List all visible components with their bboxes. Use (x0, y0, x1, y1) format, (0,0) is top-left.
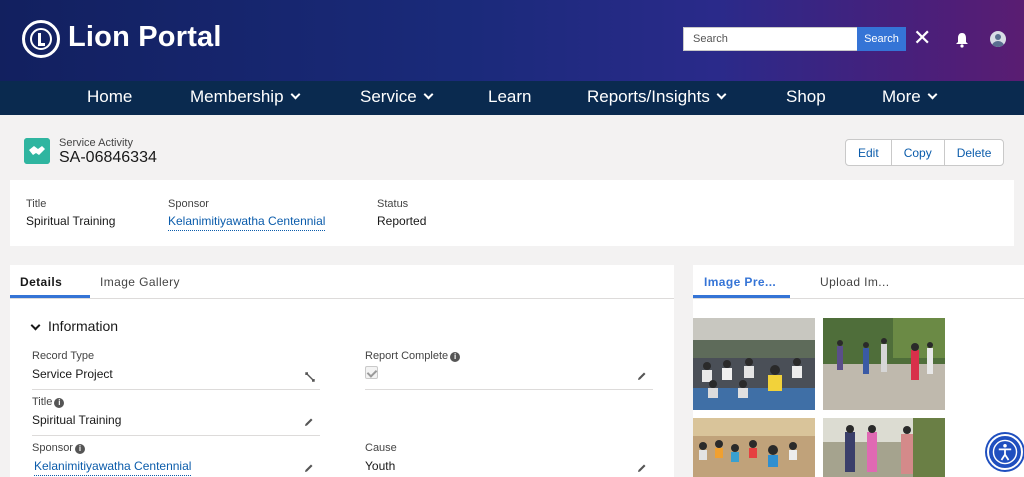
record-actions: Edit Copy Delete (845, 139, 1005, 166)
nav-item-more[interactable]: More (882, 87, 938, 107)
highlight-title-label: Title (26, 198, 47, 210)
report-complete-label: Report Complete i (365, 350, 461, 362)
highlights-panel: Title Spiritual Training Sponsor Kelanim… (10, 180, 1014, 246)
portal-brand[interactable]: Lion Portal (68, 21, 222, 54)
accessibility-icon[interactable] (987, 434, 1023, 470)
chevron-down-icon (927, 89, 938, 100)
lions-logo-icon[interactable] (22, 20, 60, 58)
details-tabs: Details Image Gallery (10, 265, 674, 299)
gallery-image[interactable] (693, 418, 815, 477)
highlight-status-value: Reported (377, 214, 427, 228)
highlight-status-label: Status (377, 198, 409, 210)
tab-image-gallery[interactable]: Image Gallery (100, 275, 180, 289)
edit-pencil-icon[interactable] (637, 371, 647, 381)
tab-image-preview[interactable]: Image Pre... (704, 275, 776, 289)
tab-details[interactable]: Details (20, 275, 62, 289)
highlight-sponsor-value: Kelanimitiyawatha Centennial (168, 214, 326, 231)
record-name: SA-06846334 (59, 149, 157, 166)
details-card: Details Image Gallery Information Record… (10, 265, 674, 477)
close-icon[interactable]: ✕ (913, 27, 931, 49)
record-object-type: Service Activity (59, 137, 133, 149)
info-icon[interactable]: i (74, 444, 85, 454)
main-nav: Home Membership Service Learn Reports/In… (0, 81, 1024, 115)
bell-icon[interactable] (955, 32, 969, 48)
user-avatar-icon[interactable] (990, 31, 1006, 47)
cause-label: Cause (365, 442, 397, 454)
nav-item-shop[interactable]: Shop (786, 87, 826, 107)
tab-upload-image[interactable]: Upload Im... (820, 275, 890, 289)
title-label: Title i (32, 396, 65, 408)
edit-pencil-icon[interactable] (637, 463, 647, 473)
portal-header: Lion Portal Search ✕ (0, 0, 1024, 81)
field-divider (32, 435, 320, 436)
nav-item-learn[interactable]: Learn (488, 87, 531, 107)
search-button[interactable]: Search (857, 27, 906, 51)
highlight-title-value: Spiritual Training (26, 214, 116, 228)
title-value: Spiritual Training (32, 413, 122, 427)
search-bar: Search (683, 27, 906, 51)
sponsor-value: Kelanimitiyawatha Centennial (34, 459, 192, 476)
highlight-sponsor-label: Sponsor (168, 198, 209, 210)
info-icon[interactable]: i (450, 352, 461, 362)
image-tabs: Image Pre... Upload Im... (693, 265, 1024, 299)
edit-pencil-icon[interactable] (304, 463, 314, 473)
report-complete-checkbox (365, 366, 378, 379)
delete-button[interactable]: Delete (945, 140, 1004, 165)
nav-item-service[interactable]: Service (360, 87, 434, 107)
nav-item-home[interactable]: Home (87, 87, 132, 107)
edit-pencil-icon[interactable] (304, 417, 314, 427)
edit-button[interactable]: Edit (846, 140, 892, 165)
field-divider (32, 389, 320, 390)
copy-button[interactable]: Copy (892, 140, 945, 165)
service-activity-icon (24, 138, 50, 164)
section-title-information[interactable]: Information (48, 318, 118, 334)
search-input[interactable] (683, 27, 857, 51)
cause-value: Youth (365, 459, 396, 473)
chevron-down-icon[interactable] (30, 320, 41, 331)
chevron-down-icon (290, 89, 300, 100)
record-type-value: Service Project (32, 367, 113, 381)
gallery-image[interactable] (823, 418, 945, 477)
info-icon[interactable]: i (54, 398, 65, 408)
nav-item-membership[interactable]: Membership (190, 87, 300, 107)
gallery-image[interactable] (823, 318, 945, 410)
sponsor-link[interactable]: Kelanimitiyawatha Centennial (168, 214, 326, 231)
active-tab-indicator (10, 295, 90, 298)
chevron-down-icon (423, 89, 434, 100)
record-type-label: Record Type (32, 350, 95, 362)
gallery-image[interactable] (693, 318, 815, 410)
image-card: Image Pre... Upload Im... (693, 265, 1024, 477)
sponsor-link[interactable]: Kelanimitiyawatha Centennial (34, 459, 192, 476)
nav-item-reports-insights[interactable]: Reports/Insights (587, 87, 727, 107)
change-record-type-icon[interactable] (304, 371, 316, 383)
chevron-down-icon (716, 89, 727, 100)
active-tab-indicator (693, 295, 790, 298)
field-divider (365, 389, 653, 390)
sponsor-label: Sponsor i (32, 442, 85, 454)
